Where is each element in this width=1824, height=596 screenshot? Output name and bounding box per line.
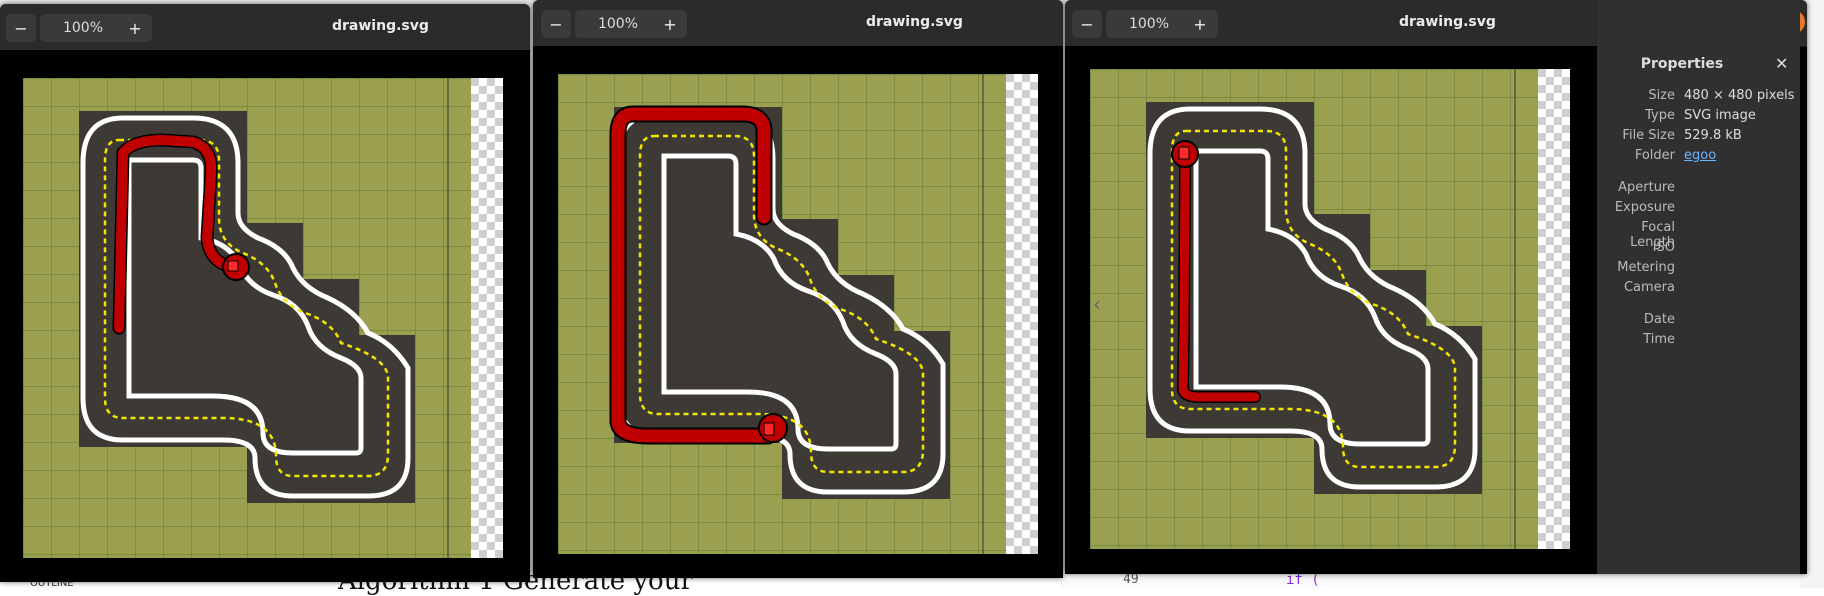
property-row-aperture: Aperture — [1597, 180, 1800, 198]
image-viewer-window-2: − 100% ⌄ + drawing.svg — [533, 0, 1063, 578]
properties-panel: Properties ✕ Size 480 × 480 pixels Type … — [1597, 0, 1800, 574]
plus-icon: + — [1193, 14, 1207, 34]
minus-icon: − — [14, 18, 28, 38]
property-row-exposure: Exposure — [1597, 200, 1800, 218]
zoom-out-button[interactable]: − — [1072, 10, 1102, 38]
track-image — [558, 74, 1038, 554]
zoom-in-button[interactable]: + — [1185, 10, 1215, 38]
zoom-level: 100% — [1128, 16, 1170, 32]
property-row-date: Date — [1597, 312, 1800, 330]
property-row-time: Time — [1597, 332, 1800, 350]
close-icon: ✕ — [1775, 54, 1789, 73]
folder-link[interactable]: egoo — [1684, 148, 1716, 163]
zoom-out-button[interactable]: − — [6, 14, 36, 42]
property-label: Folder — [1634, 148, 1675, 163]
property-label: Exposure — [1614, 200, 1675, 215]
previous-image-icon[interactable]: ‹ — [1093, 292, 1101, 316]
minus-icon: − — [1080, 14, 1094, 34]
property-label: Metering — [1617, 260, 1675, 275]
properties-title: Properties — [1640, 56, 1724, 72]
image-canvas[interactable] — [0, 50, 530, 582]
zoom-out-button[interactable]: − — [541, 10, 571, 38]
property-label: Type — [1645, 108, 1675, 123]
property-row-file-size: File Size 529.8 kB — [1597, 128, 1800, 146]
zoom-in-button[interactable]: + — [120, 14, 150, 42]
property-label: Aperture — [1618, 180, 1675, 195]
property-value: 480 × 480 pixels — [1684, 88, 1795, 103]
background-line-number: 49 — [1123, 572, 1139, 587]
property-row-metering: Metering — [1597, 260, 1800, 278]
property-row-focal-length: Focal Length — [1597, 220, 1800, 250]
background-code-text: if ( — [1286, 572, 1320, 588]
property-row-iso: ISO — [1597, 240, 1800, 258]
image-canvas[interactable]: ‹ — [1065, 46, 1597, 574]
property-row-camera: Camera — [1597, 280, 1800, 298]
property-label: Camera — [1623, 280, 1675, 295]
window-title: drawing.svg — [1399, 14, 1496, 30]
property-label: ISO — [1652, 240, 1675, 255]
image-viewer-window-1: − 100% ⌄ + drawing.svg — [0, 4, 530, 582]
track-image — [1090, 69, 1570, 549]
plus-icon: + — [663, 14, 677, 34]
property-row-type: Type SVG image — [1597, 108, 1800, 126]
close-properties-button[interactable]: ✕ — [1775, 54, 1788, 73]
property-label: File Size — [1622, 128, 1675, 143]
track-image — [23, 78, 503, 558]
window-title: drawing.svg — [332, 18, 429, 34]
property-value: 529.8 kB — [1684, 128, 1742, 143]
property-label: Time — [1643, 332, 1675, 347]
property-label: Date — [1643, 312, 1675, 327]
zoom-level: 100% — [62, 20, 104, 36]
header-bar: − 100% ⌄ + drawing.svg — [533, 0, 1063, 47]
zoom-level: 100% — [597, 16, 639, 32]
minus-icon: − — [549, 14, 563, 34]
zoom-in-button[interactable]: + — [655, 10, 685, 38]
property-row-folder: Folder egoo — [1597, 148, 1800, 166]
property-row-size: Size 480 × 480 pixels — [1597, 88, 1800, 106]
window-title: drawing.svg — [866, 14, 963, 30]
plus-icon: + — [128, 18, 142, 38]
image-canvas[interactable] — [533, 46, 1063, 578]
header-bar: − 100% ⌄ + drawing.svg — [0, 4, 530, 51]
property-value: SVG image — [1684, 108, 1756, 123]
property-label: Size — [1648, 88, 1675, 103]
